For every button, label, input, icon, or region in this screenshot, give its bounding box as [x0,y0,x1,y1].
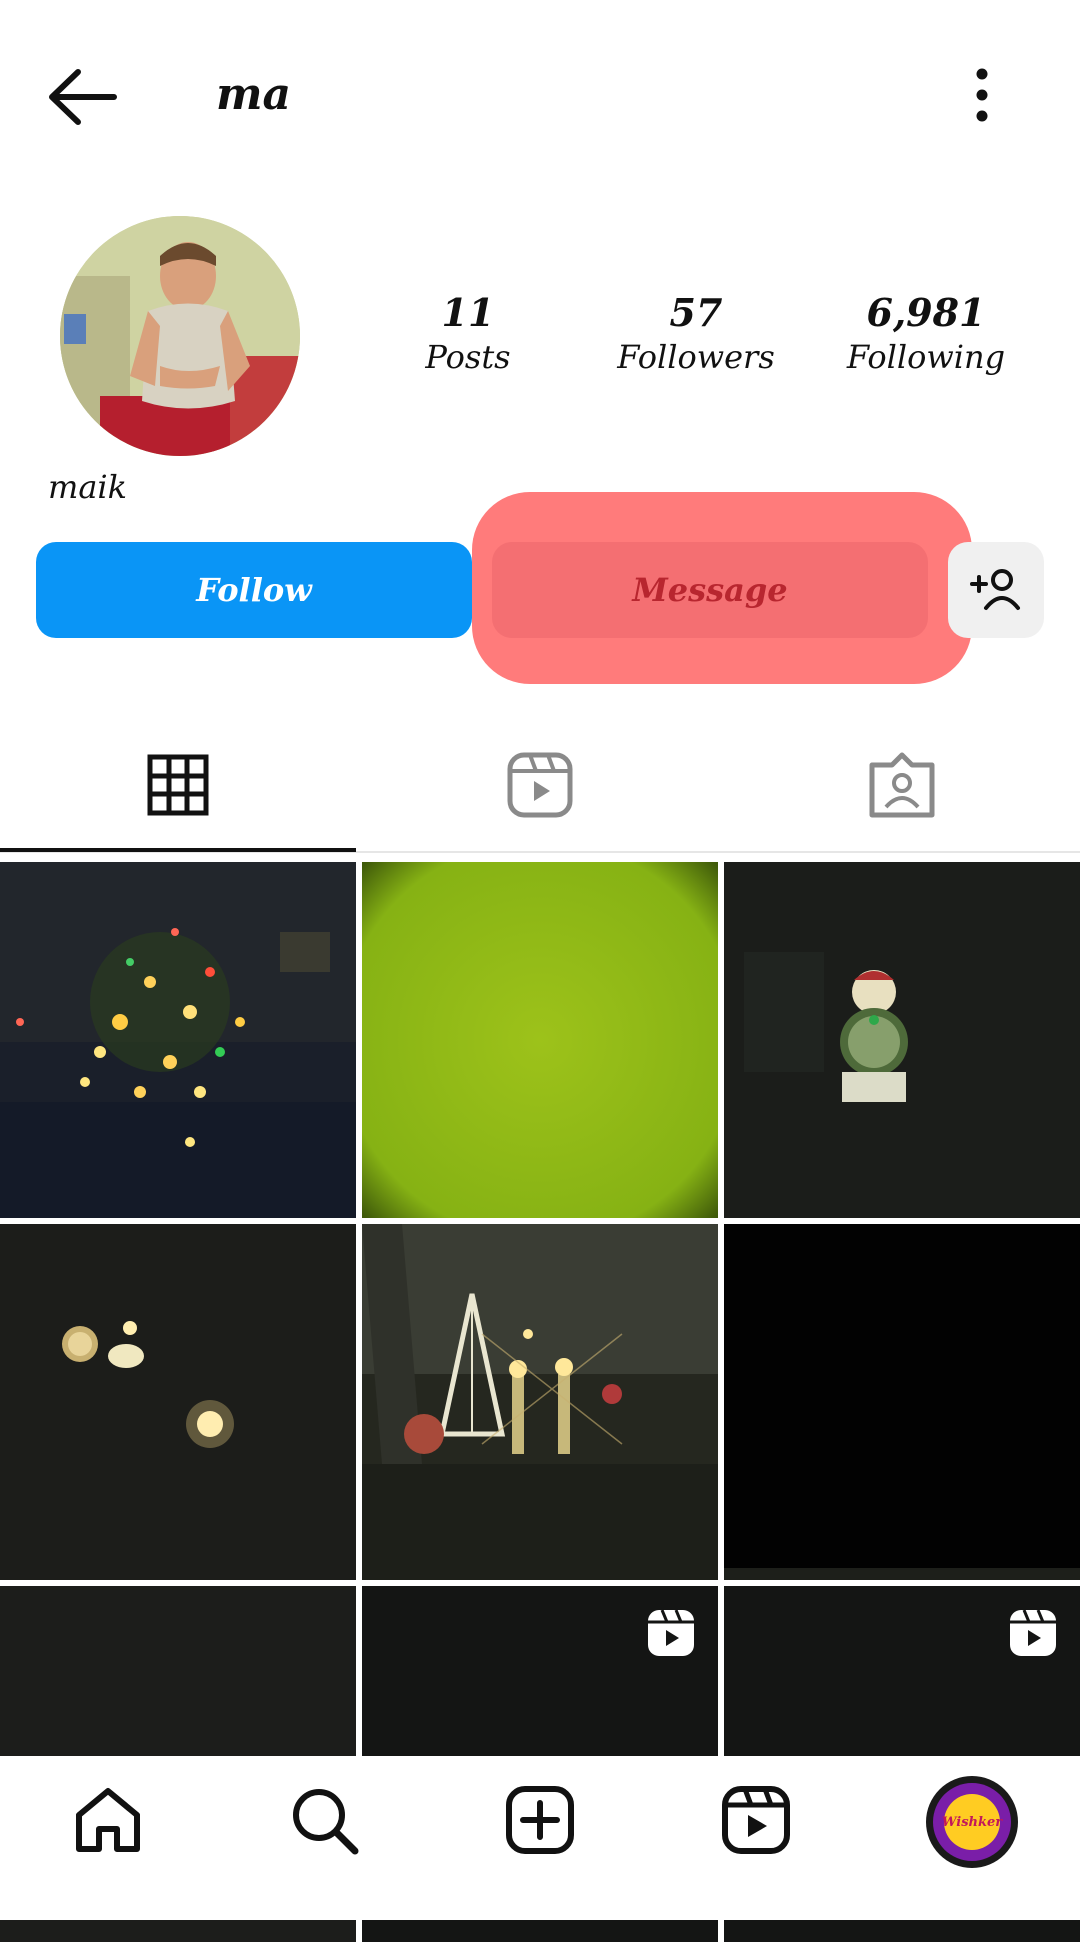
following-count: 6,981 [866,290,986,335]
profile-title: mai [216,69,292,120]
message-button[interactable]: Message [492,542,928,638]
tagged-icon [869,752,935,818]
nav-create[interactable] [502,1782,578,1858]
grid-post-2[interactable] [362,862,718,1218]
reels-icon [722,1786,790,1854]
avatar[interactable] [60,216,300,456]
active-tab-indicator [0,848,356,852]
back-button[interactable] [44,62,124,132]
nav-profile[interactable]: Wishker [926,1776,1018,1868]
tab-tagged[interactable] [842,740,962,830]
followers-label: Followers [617,338,775,376]
posts-label: Posts [425,338,511,376]
more-options-button[interactable] [960,62,1004,128]
followers-count: 57 [669,290,723,335]
grid-post-3[interactable] [724,862,1080,1218]
reel-badge-icon [648,1609,694,1656]
profile-avatar: Wishker [933,1783,1011,1861]
nav-home[interactable] [70,1782,146,1858]
home-icon [76,1788,140,1852]
create-post-icon [506,1786,574,1854]
vertical-dots-icon [976,68,988,122]
grid-post-6[interactable] [724,1224,1080,1580]
profile-avatar-badge: Wishker [942,1794,1002,1850]
profile-username: maik [48,468,128,506]
arrow-left-icon [49,69,117,125]
followers-stat[interactable]: 57 Followers [596,290,796,378]
grid-post-4[interactable] [0,1224,356,1580]
add-person-icon [970,569,1020,610]
nav-reels[interactable] [718,1782,794,1858]
nav-search[interactable] [286,1782,362,1858]
grid-post-1[interactable] [0,862,356,1218]
tab-posts-grid[interactable] [118,740,238,830]
add-person-button[interactable] [948,542,1044,638]
reel-badge-icon [1010,1609,1056,1656]
reels-icon [507,752,573,818]
follow-button[interactable]: Follow [36,542,472,638]
following-label: Following [846,338,1006,376]
following-stat[interactable]: 6,981 Following [826,290,1026,378]
tab-reels[interactable] [480,740,600,830]
posts-stat[interactable]: 11 Posts [368,290,568,378]
grid-icon [147,754,209,816]
search-icon [293,1789,359,1855]
grid-post-5[interactable] [362,1224,718,1580]
posts-count: 11 [441,290,495,335]
